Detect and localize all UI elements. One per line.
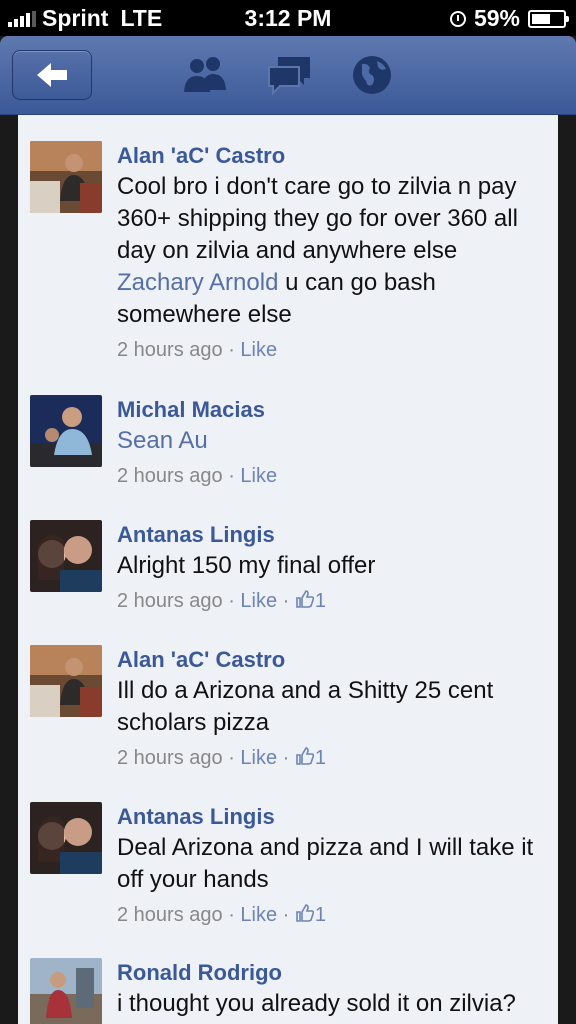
like-count-value: 1 bbox=[314, 590, 327, 612]
friend-requests-icon[interactable] bbox=[180, 54, 230, 96]
comment-body: Michal Macias Sean Au 2 hours ago · Like bbox=[117, 395, 548, 491]
comment-body: Antanas Lingis Alright 150 my final offe… bbox=[117, 520, 548, 616]
comment-meta: 2 hours ago · Like bbox=[117, 339, 278, 361]
like-button[interactable]: Like bbox=[240, 339, 277, 361]
commenter-name[interactable]: Alan 'aC' Castro bbox=[117, 645, 548, 675]
battery-percent: 59% bbox=[473, 5, 520, 31]
tagged-user-link[interactable]: Zachary Arnold bbox=[117, 269, 278, 296]
avatar[interactable] bbox=[30, 395, 102, 467]
commenter-name[interactable]: Antanas Lingis bbox=[117, 802, 548, 832]
comment-body: Ronald Rodrigo i thought you already sol… bbox=[117, 958, 548, 1020]
like-count-value: 1 bbox=[314, 747, 327, 769]
comment-timestamp: 2 hours ago bbox=[117, 339, 223, 361]
thumbs-up-icon bbox=[296, 904, 315, 922]
avatar[interactable] bbox=[30, 802, 102, 874]
like-button[interactable]: Like bbox=[240, 590, 277, 612]
comment-meta: 2 hours ago · Like bbox=[117, 465, 278, 487]
commenter-name[interactable]: Antanas Lingis bbox=[117, 520, 548, 550]
battery-icon bbox=[528, 9, 569, 28]
comment-timestamp: 2 hours ago bbox=[117, 465, 223, 487]
thumbs-up-icon bbox=[296, 747, 315, 765]
avatar[interactable] bbox=[30, 645, 102, 717]
back-arrow-icon bbox=[37, 63, 67, 87]
comment-body: Alan 'aC' Castro Ill do a Arizona and a … bbox=[117, 645, 548, 773]
like-button[interactable]: Like bbox=[240, 747, 277, 769]
comment-timestamp: 2 hours ago bbox=[117, 747, 223, 769]
comment-text: Cool bro i don't care go to zilvia n pay… bbox=[117, 171, 548, 331]
messages-icon[interactable] bbox=[266, 54, 314, 96]
like-count[interactable]: 1 bbox=[295, 904, 326, 926]
comment-text: Deal Arizona and pizza and I will take i… bbox=[117, 834, 534, 893]
tagged-user-link[interactable]: Sean Au bbox=[117, 427, 208, 454]
status-right: 59% bbox=[449, 5, 569, 32]
navigation-bar bbox=[0, 36, 576, 115]
like-count[interactable]: 1 bbox=[295, 747, 326, 769]
comment-text-part: Cool bro i don't care go to zilvia n pay… bbox=[117, 173, 518, 264]
like-button[interactable]: Like bbox=[240, 465, 277, 487]
commenter-name[interactable]: Michal Macias bbox=[117, 395, 548, 425]
comment-text: Sean Au bbox=[117, 425, 548, 457]
notifications-globe-icon[interactable] bbox=[350, 54, 394, 98]
avatar[interactable] bbox=[30, 141, 102, 213]
comment-meta: 2 hours ago · Like · 1 bbox=[117, 590, 327, 612]
like-button[interactable]: Like bbox=[240, 904, 277, 926]
comment-body: Antanas Lingis Deal Arizona and pizza an… bbox=[117, 802, 548, 930]
comment-meta: 2 hours ago · Like · 1 bbox=[117, 747, 327, 769]
comment-text: Alright 150 my final offer bbox=[117, 552, 376, 579]
comment-timestamp: 2 hours ago bbox=[117, 904, 223, 926]
comment-meta: 2 hours ago · Like · 1 bbox=[117, 904, 327, 926]
comment-text: i thought you already sold it on zilvia? bbox=[117, 990, 516, 1017]
commenter-name[interactable]: Ronald Rodrigo bbox=[117, 958, 548, 988]
comment-text: Ill do a Arizona and a Shitty 25 cent sc… bbox=[117, 677, 494, 736]
comments-list: Alan 'aC' Castro Cool bro i don't care g… bbox=[18, 115, 558, 1024]
alarm-clock-icon bbox=[449, 10, 466, 27]
back-button[interactable] bbox=[12, 50, 92, 100]
thumbs-up-icon bbox=[296, 590, 315, 608]
avatar[interactable] bbox=[30, 520, 102, 592]
like-count[interactable]: 1 bbox=[295, 590, 326, 612]
status-bar: Sprint LTE 3:12 PM 59% bbox=[0, 0, 576, 36]
avatar[interactable] bbox=[30, 958, 102, 1024]
comment-timestamp: 2 hours ago bbox=[117, 590, 223, 612]
commenter-name[interactable]: Alan 'aC' Castro bbox=[117, 141, 548, 171]
comment-body: Alan 'aC' Castro Cool bro i don't care g… bbox=[117, 141, 548, 365]
like-count-value: 1 bbox=[314, 904, 327, 926]
